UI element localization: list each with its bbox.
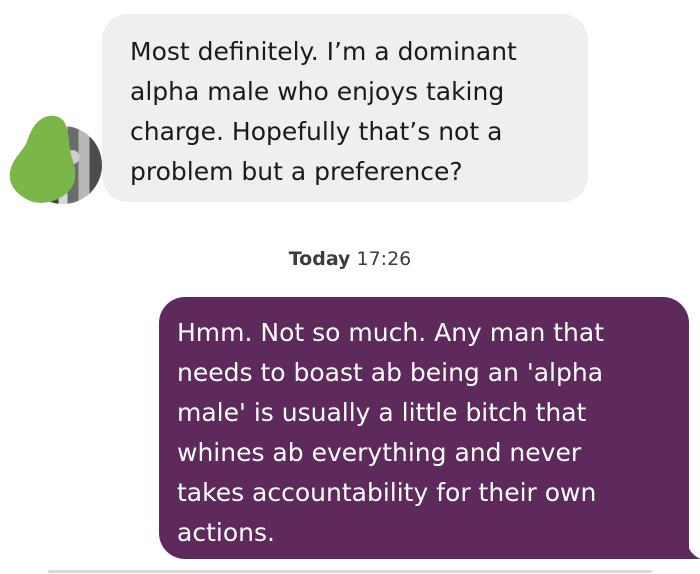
timestamp-time: 17:26: [356, 248, 412, 270]
avatar[interactable]: [6, 112, 102, 208]
bottom-divider: [48, 570, 652, 573]
incoming-message-bubble[interactable]: Most definitely. I’m a dominant alpha ma…: [102, 14, 588, 202]
chat-conversation: Most definitely. I’m a dominant alpha ma…: [0, 0, 700, 574]
outgoing-message-text: Hmm. Not so much. Any man that needs to …: [177, 318, 605, 547]
timestamp-day: Today: [288, 248, 351, 270]
outgoing-message-bubble[interactable]: Hmm. Not so much. Any man that needs to …: [159, 297, 700, 559]
bubble-tail: [677, 539, 700, 559]
message-timestamp: Today 17:26: [0, 248, 700, 270]
incoming-message-row: Most definitely. I’m a dominant alpha ma…: [0, 0, 700, 210]
incoming-message-text: Most definitely. I’m a dominant alpha ma…: [130, 37, 517, 186]
avatar-scribble-overlay: [9, 115, 76, 203]
